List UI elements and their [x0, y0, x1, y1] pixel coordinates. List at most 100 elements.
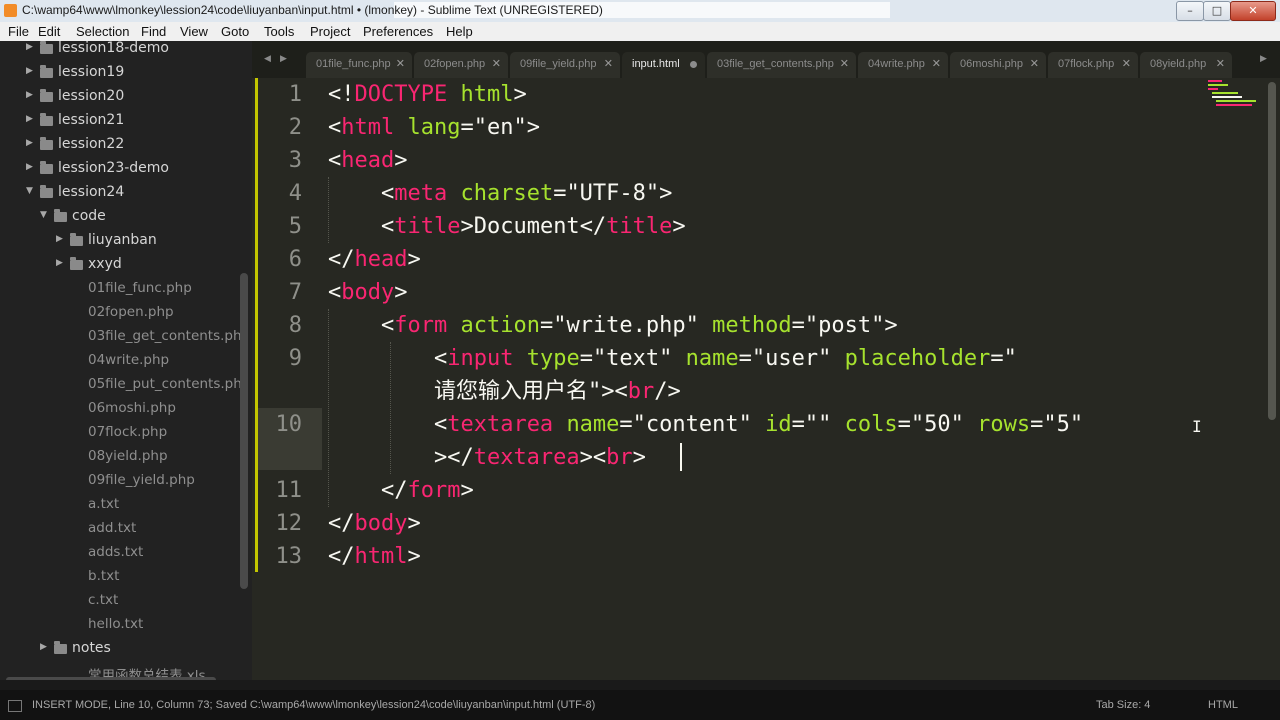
menu-help[interactable]: Help	[446, 24, 473, 39]
minimap[interactable]	[1208, 78, 1264, 108]
code-line[interactable]: 3 <head>	[252, 144, 1252, 177]
collapsed-arrow-icon[interactable]: ▶	[26, 90, 33, 100]
menu-goto[interactable]: Goto	[221, 24, 249, 39]
maximize-button[interactable]: □	[1203, 1, 1231, 21]
tab-06moshi-php[interactable]: 06moshi.php ✕	[950, 52, 1046, 78]
code-token: Document	[473, 214, 580, 239]
sidebar-folder[interactable]: ▶ lession20	[0, 87, 240, 109]
expanded-arrow-icon[interactable]: ▼	[26, 186, 33, 196]
sidebar-file[interactable]: 01file_func.php	[0, 279, 240, 301]
tab-01file-func-php[interactable]: 01file_func.php ✕	[306, 52, 412, 78]
menu-find[interactable]: Find	[141, 24, 166, 39]
tab-close-icon[interactable]: ✕	[492, 57, 501, 70]
code-token: ><	[601, 379, 628, 404]
collapsed-arrow-icon[interactable]: ▶	[56, 258, 63, 268]
close-window-button[interactable]: ✕	[1230, 1, 1276, 21]
expanded-arrow-icon[interactable]: ▼	[40, 210, 47, 220]
unsaved-dot-icon[interactable]	[690, 61, 697, 68]
tab-08yield-php[interactable]: 08yield.php ✕	[1140, 52, 1232, 78]
collapsed-arrow-icon[interactable]: ▶	[26, 114, 33, 124]
tab-overflow-arrow-icon[interactable]: ▶	[1260, 54, 1267, 64]
tab-09file-yield-php[interactable]: 09file_yield.php ✕	[510, 52, 620, 78]
code-line[interactable]: 13 </html>	[252, 540, 1252, 573]
tab-close-icon[interactable]: ✕	[1030, 57, 1039, 70]
tab-prev-arrow-icon[interactable]: ◀	[264, 54, 271, 64]
code-line[interactable]: 8 <form action="write.php" method="post"…	[252, 309, 1252, 342]
menu-file[interactable]: File	[8, 24, 29, 39]
tab-07flock-php[interactable]: 07flock.php ✕	[1048, 52, 1138, 78]
sidebar-file[interactable]: 08yield.php	[0, 447, 240, 469]
sidebar-folder[interactable]: ▶ xxyd	[0, 255, 240, 277]
sidebar-folder[interactable]: ▶ lession19	[0, 63, 240, 85]
sidebar-file[interactable]: 03file_get_contents.ph	[0, 327, 240, 349]
code-line[interactable]: 7 <body>	[252, 276, 1252, 309]
code-line[interactable]: ></textarea><br>	[252, 441, 1252, 474]
collapsed-arrow-icon[interactable]: ▶	[26, 138, 33, 148]
code-line[interactable]: 请您输入用户名"><br/>	[252, 375, 1252, 408]
sidebar-file[interactable]: adds.txt	[0, 543, 240, 565]
sidebar-file[interactable]: 05file_put_contents.ph	[0, 375, 240, 397]
menu-project[interactable]: Project	[310, 24, 350, 39]
code-line[interactable]: 10 <textarea name="content" id="" cols="…	[252, 408, 1252, 441]
editor-scrollbar[interactable]	[1268, 82, 1276, 420]
sidebar-file[interactable]: 07flock.php	[0, 423, 240, 445]
menu-preferences[interactable]: Preferences	[363, 24, 433, 39]
sidebar-file[interactable]: 04write.php	[0, 351, 240, 373]
sidebar-file[interactable]: a.txt	[0, 495, 240, 517]
toggle-panel-icon[interactable]	[8, 700, 22, 712]
code-editor[interactable]: 1 <!DOCTYPE html> 2 <html lang="en"> 3 <head>…	[252, 78, 1280, 680]
code-line[interactable]: 1 <!DOCTYPE html>	[252, 78, 1252, 111]
code-token: action	[460, 313, 540, 338]
tab-04write-php[interactable]: 04write.php ✕	[858, 52, 948, 78]
sidebar-file[interactable]: 06moshi.php	[0, 399, 240, 421]
syntax-indicator[interactable]: HTML	[1208, 699, 1238, 711]
collapsed-arrow-icon[interactable]: ▶	[40, 642, 47, 652]
sidebar-file[interactable]: 09file_yield.php	[0, 471, 240, 493]
tab-close-icon[interactable]: ✕	[932, 57, 941, 70]
tab-02fopen-php[interactable]: 02fopen.php ✕	[414, 52, 508, 78]
line-number: 8	[288, 313, 302, 338]
tab-close-icon[interactable]: ✕	[1122, 57, 1131, 70]
menu-tools[interactable]: Tools	[264, 24, 294, 39]
menu-view[interactable]: View	[180, 24, 208, 39]
code-line[interactable]: 2 <html lang="en">	[252, 111, 1252, 144]
sidebar-folder[interactable]: ▶ lession18-demo	[0, 41, 240, 61]
tab-03file-get-contents-php[interactable]: 03file_get_contents.php ✕	[707, 52, 856, 78]
code-line[interactable]: 9 <input type="text" name="user" placeho…	[252, 342, 1252, 375]
code-token: <	[328, 181, 395, 206]
sidebar-file[interactable]: hello.txt	[0, 615, 240, 637]
code-line[interactable]: 5 <title>Document</title>	[252, 210, 1252, 243]
tab-close-icon[interactable]: ✕	[1216, 57, 1225, 70]
code-line[interactable]: 11 </form>	[252, 474, 1252, 507]
sidebar-folder[interactable]: ▼ lession24	[0, 183, 240, 205]
code-line[interactable]: 12 </body>	[252, 507, 1252, 540]
sidebar-scrollbar[interactable]	[240, 273, 248, 589]
collapsed-arrow-icon[interactable]: ▶	[26, 66, 33, 76]
sidebar-file[interactable]: 02fopen.php	[0, 303, 240, 325]
menu-edit[interactable]: Edit	[38, 24, 60, 39]
sidebar-folder[interactable]: ▶ notes	[0, 639, 240, 661]
menu-selection[interactable]: Selection	[76, 24, 129, 39]
sidebar-folder[interactable]: ▶ lession21	[0, 111, 240, 133]
sidebar-folder[interactable]: ▶ lession22	[0, 135, 240, 157]
collapsed-arrow-icon[interactable]: ▶	[26, 42, 33, 52]
minimize-button[interactable]: –	[1176, 1, 1204, 21]
tab-next-arrow-icon[interactable]: ▶	[280, 54, 287, 64]
collapsed-arrow-icon[interactable]: ▶	[56, 234, 63, 244]
tab-close-icon[interactable]: ✕	[604, 57, 613, 70]
sidebar-file[interactable]: add.txt	[0, 519, 240, 541]
collapsed-arrow-icon[interactable]: ▶	[26, 162, 33, 172]
sidebar-folder[interactable]: ▶ lession23-demo	[0, 159, 240, 181]
code-line[interactable]: 6 </head>	[252, 243, 1252, 276]
tab-input-html[interactable]: input.html	[622, 52, 705, 78]
tab-close-icon[interactable]: ✕	[840, 57, 849, 70]
code-line[interactable]: 4 <meta charset="UTF-8">	[252, 177, 1252, 210]
sidebar-file[interactable]: c.txt	[0, 591, 240, 613]
tab-close-icon[interactable]: ✕	[396, 57, 405, 70]
sidebar-folder[interactable]: ▼ code	[0, 207, 240, 229]
code-token: html	[354, 544, 408, 569]
sidebar-folder[interactable]: ▶ liuyanban	[0, 231, 240, 253]
sidebar-file[interactable]: b.txt	[0, 567, 240, 589]
tab-size-indicator[interactable]: Tab Size: 4	[1096, 699, 1150, 711]
